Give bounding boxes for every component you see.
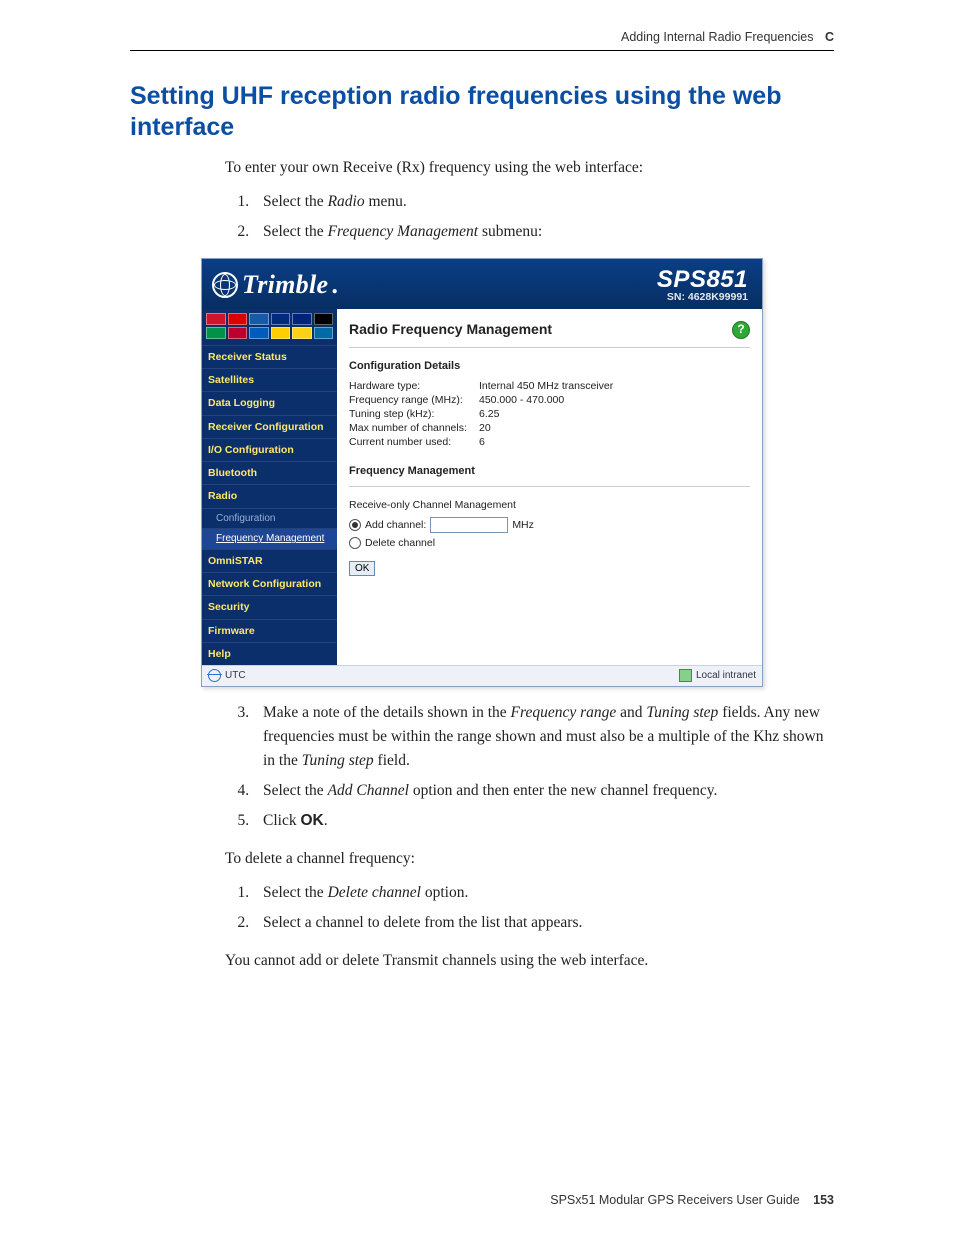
running-header: Adding Internal Radio Frequencies C bbox=[130, 30, 834, 51]
nav-item[interactable]: Help bbox=[202, 642, 337, 665]
step-a-2: Select the Frequency Management submenu: bbox=[253, 220, 834, 244]
steps-list-b: Make a note of the details shown in the … bbox=[225, 701, 834, 833]
delete-step-2: Select a channel to delete from the list… bbox=[253, 911, 834, 935]
delete-step-1: Select the Delete channel option. bbox=[253, 881, 834, 905]
nav-item[interactable]: Radio bbox=[202, 484, 337, 507]
config-row: Frequency range (MHz):450.000 - 470.000 bbox=[349, 393, 750, 407]
delete-channel-radio[interactable] bbox=[349, 537, 361, 549]
config-value: 6.25 bbox=[479, 407, 499, 421]
status-right: Local intranet bbox=[696, 668, 756, 684]
ok-button[interactable]: OK bbox=[349, 561, 375, 576]
flag-icon[interactable] bbox=[228, 327, 248, 339]
config-value: 6 bbox=[479, 435, 485, 449]
config-row: Hardware type:Internal 450 MHz transceiv… bbox=[349, 379, 750, 393]
serial-number: SN: 4628K99991 bbox=[657, 292, 748, 303]
flag-icon[interactable] bbox=[314, 313, 334, 325]
embedded-app-window: Trimble. SPS851 SN: 4628K99991 Receiver … bbox=[201, 258, 763, 687]
flag-icon[interactable] bbox=[314, 327, 334, 339]
fm-subheading: Receive-only Channel Management bbox=[349, 497, 750, 513]
config-row: Tuning step (kHz):6.25 bbox=[349, 407, 750, 421]
config-key: Current number used: bbox=[349, 435, 479, 449]
intranet-icon bbox=[679, 669, 692, 682]
ie-icon bbox=[208, 669, 221, 682]
step-a-1: Select the Radio menu. bbox=[253, 190, 834, 214]
trimble-logo: Trimble. bbox=[212, 265, 339, 305]
status-bar: UTC Local intranet bbox=[202, 665, 762, 686]
nav-item[interactable]: Satellites bbox=[202, 368, 337, 391]
flag-icon[interactable] bbox=[228, 313, 248, 325]
config-key: Frequency range (MHz): bbox=[349, 393, 479, 407]
status-left: UTC bbox=[225, 668, 246, 684]
nav-subitem[interactable]: Frequency Management bbox=[202, 528, 337, 549]
model-name: SPS851 bbox=[657, 267, 748, 292]
config-row: Max number of channels:20 bbox=[349, 421, 750, 435]
model-block: SPS851 SN: 4628K99991 bbox=[657, 267, 748, 303]
sidebar: Receiver StatusSatellitesData LoggingRec… bbox=[202, 309, 337, 665]
flag-icon[interactable] bbox=[249, 313, 269, 325]
step-b-5: Click OK. bbox=[253, 809, 834, 833]
fm-heading: Frequency Management bbox=[349, 463, 750, 480]
nav-item[interactable]: Network Configuration bbox=[202, 572, 337, 595]
nav-item[interactable]: Security bbox=[202, 595, 337, 618]
delete-intro: To delete a channel frequency: bbox=[225, 847, 834, 871]
add-channel-row: Add channel: MHz bbox=[349, 517, 750, 533]
nav-item[interactable]: I/O Configuration bbox=[202, 438, 337, 461]
flag-icon[interactable] bbox=[292, 313, 312, 325]
config-key: Max number of channels: bbox=[349, 421, 479, 435]
section-title: Setting UHF reception radio frequencies … bbox=[130, 81, 834, 144]
content-pane: Radio Frequency Management ? Configurati… bbox=[337, 309, 762, 665]
frequency-input[interactable] bbox=[430, 517, 508, 533]
step-b-4: Select the Add Channel option and then e… bbox=[253, 779, 834, 803]
flag-icon[interactable] bbox=[206, 327, 226, 339]
delete-channel-row: Delete channel bbox=[349, 535, 750, 551]
nav-item[interactable]: Receiver Status bbox=[202, 345, 337, 368]
steps-list-a: Select the Radio menu. Select the Freque… bbox=[225, 190, 834, 244]
nav-item[interactable]: Receiver Configuration bbox=[202, 415, 337, 438]
delete-steps-list: Select the Delete channel option. Select… bbox=[225, 881, 834, 935]
flag-icon[interactable] bbox=[206, 313, 226, 325]
config-value: 450.000 - 470.000 bbox=[479, 393, 564, 407]
add-channel-radio[interactable] bbox=[349, 519, 361, 531]
header-title: Adding Internal Radio Frequencies bbox=[621, 30, 813, 44]
footer-book: SPSx51 Modular GPS Receivers User Guide bbox=[550, 1193, 799, 1207]
flag-icon[interactable] bbox=[271, 313, 291, 325]
mhz-label: MHz bbox=[512, 517, 534, 533]
add-channel-label: Add channel: bbox=[365, 517, 426, 533]
nav-item[interactable]: OmniSTAR bbox=[202, 549, 337, 572]
language-flags[interactable] bbox=[202, 309, 337, 345]
intro-text: To enter your own Receive (Rx) frequency… bbox=[225, 156, 834, 180]
flag-icon[interactable] bbox=[292, 327, 312, 339]
flag-icon[interactable] bbox=[249, 327, 269, 339]
config-row: Current number used:6 bbox=[349, 435, 750, 449]
config-value: 20 bbox=[479, 421, 491, 435]
closing-note: You cannot add or delete Transmit channe… bbox=[225, 949, 834, 973]
nav-item[interactable]: Bluetooth bbox=[202, 461, 337, 484]
nav-item[interactable]: Firmware bbox=[202, 619, 337, 642]
config-value: Internal 450 MHz transceiver bbox=[479, 379, 613, 393]
config-key: Hardware type: bbox=[349, 379, 479, 393]
app-banner: Trimble. SPS851 SN: 4628K99991 bbox=[202, 259, 762, 309]
flag-icon[interactable] bbox=[271, 327, 291, 339]
config-heading: Configuration Details bbox=[349, 358, 750, 375]
footer-page: 153 bbox=[813, 1193, 834, 1207]
delete-channel-label: Delete channel bbox=[365, 535, 435, 551]
nav-item[interactable]: Data Logging bbox=[202, 391, 337, 414]
config-key: Tuning step (kHz): bbox=[349, 407, 479, 421]
header-appendix: C bbox=[825, 30, 834, 44]
pane-title: Radio Frequency Management bbox=[349, 319, 552, 341]
nav-subitem[interactable]: Configuration bbox=[202, 508, 337, 529]
step-b-3: Make a note of the details shown in the … bbox=[253, 701, 834, 773]
page-footer: SPSx51 Modular GPS Receivers User Guide … bbox=[130, 1193, 834, 1207]
help-icon[interactable]: ? bbox=[732, 321, 750, 339]
globe-icon bbox=[212, 272, 238, 298]
